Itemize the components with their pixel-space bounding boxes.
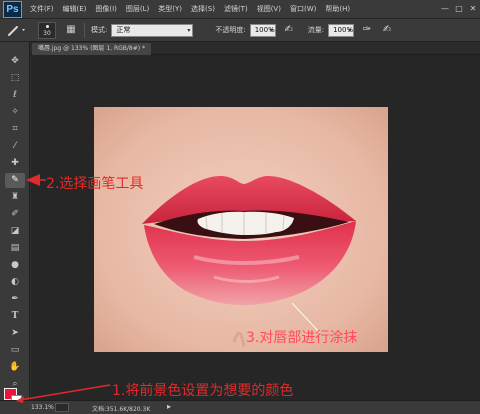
move-tool[interactable]: ✥: [5, 54, 25, 69]
annotation-step1: 1.将前景色设置为想要的颜色: [112, 383, 294, 399]
menu-file[interactable]: 文件(F): [30, 4, 54, 14]
eyedropper-tool[interactable]: ⁄: [5, 139, 25, 154]
status-bar: 133.1% 文档:351.6K/820.3K ▸: [0, 400, 480, 414]
brush-size-value: 30: [43, 29, 51, 37]
brush-preset-icon: [8, 26, 25, 36]
magic-wand-icon: ✧: [11, 107, 19, 117]
opacity-input[interactable]: 100% ▾: [249, 23, 276, 37]
marquee-tool[interactable]: ⬚: [5, 71, 25, 86]
lips-photo: [94, 107, 388, 352]
menu-filter[interactable]: 滤镜(T): [224, 4, 248, 14]
brush-icon: ✎: [11, 175, 19, 185]
close-button[interactable]: ✕: [468, 3, 478, 15]
mode-label: 模式:: [91, 26, 108, 34]
dodge-icon: ◐: [11, 277, 19, 287]
flow-label: 流量:: [307, 26, 325, 34]
history-brush-icon: ✐: [11, 209, 19, 219]
healing-brush-icon: ✚: [11, 158, 19, 168]
clone-stamp-icon: ♜: [10, 192, 20, 202]
type-tool[interactable]: T: [5, 309, 25, 324]
tool-preset-picker[interactable]: [4, 22, 30, 39]
minimize-button[interactable]: —: [440, 3, 450, 15]
menu-select[interactable]: 选择(S): [191, 4, 215, 14]
gradient-tool[interactable]: ▤: [5, 241, 25, 256]
marquee-icon: ⬚: [10, 73, 20, 83]
menu-bar: Ps 文件(F) 编辑(E) 图像(I) 图层(L) 类型(Y) 选择(S) 滤…: [0, 0, 480, 19]
flow-input[interactable]: 100% ▾: [328, 23, 355, 37]
clone-stamp-tool[interactable]: ♜: [5, 190, 25, 205]
gradient-icon: ▤: [10, 243, 20, 253]
chevron-down-icon: ▾: [187, 26, 191, 34]
brush-panel-toggle-icon[interactable]: ▦: [64, 23, 78, 37]
blur-tool[interactable]: ●: [5, 258, 25, 273]
blend-mode-value: 正常: [116, 25, 131, 34]
lasso-tool[interactable]: ℓ: [5, 88, 25, 103]
annotation-step3: 3.对唇部进行涂抹: [246, 330, 358, 346]
brush-size-picker[interactable]: 30: [38, 21, 56, 39]
document-size: 文档:351.6K/820.3K: [92, 406, 151, 413]
document-tab-bar: 嘴唇.jpg @ 133% (图层 1, RGB/8#) *: [30, 42, 480, 55]
tools-panel: ✥ ⬚ ℓ ✧ ⌗ ⁄ ✚ ✎ ♜ ✐ ◪ ▤ ● ◐ ✒ T ➤ ▭ ✋ ⌕: [0, 42, 30, 400]
menu-window[interactable]: 窗口(W): [290, 4, 316, 14]
brush-tool[interactable]: ✎: [5, 173, 25, 188]
photoshop-window: Ps 文件(F) 编辑(E) 图像(I) 图层(L) 类型(Y) 选择(S) 滤…: [0, 0, 480, 414]
chevron-down-icon: ▾: [348, 26, 352, 34]
blend-mode-select[interactable]: 正常 ▾: [111, 23, 194, 37]
airbrush-icon[interactable]: ✑: [360, 23, 374, 37]
menu-edit[interactable]: 编辑(E): [63, 4, 87, 14]
magic-wand-tool[interactable]: ✧: [5, 105, 25, 120]
canvas-area[interactable]: [31, 55, 480, 400]
opacity-label: 不透明度:: [215, 26, 246, 34]
blur-icon: ●: [11, 260, 19, 270]
menu-help[interactable]: 帮助(H): [325, 4, 350, 14]
chevron-down-icon: ▾: [269, 26, 273, 34]
crop-tool[interactable]: ⌗: [5, 122, 25, 137]
dodge-tool[interactable]: ◐: [5, 275, 25, 290]
menu-image[interactable]: 图像(I): [95, 4, 117, 14]
options-divider: [84, 22, 85, 38]
move-icon: ✥: [11, 56, 19, 66]
history-brush-tool[interactable]: ✐: [5, 207, 25, 222]
pressure-size-icon[interactable]: ✍: [380, 23, 394, 37]
lips-image: [94, 107, 388, 352]
lasso-icon: ℓ: [13, 90, 17, 100]
hand-icon: ✋: [9, 362, 21, 372]
app-logo: Ps: [3, 0, 22, 18]
eraser-tool[interactable]: ◪: [5, 224, 25, 239]
status-divider: [55, 403, 69, 412]
crop-icon: ⌗: [12, 124, 18, 134]
pen-icon: ✒: [11, 294, 19, 304]
eraser-icon: ◪: [10, 226, 20, 236]
type-icon: T: [11, 311, 19, 321]
pressure-opacity-icon[interactable]: ✍: [282, 23, 296, 37]
path-selection-tool[interactable]: ➤: [5, 326, 25, 341]
document-tab[interactable]: 嘴唇.jpg @ 133% (图层 1, RGB/8#) *: [32, 43, 151, 55]
menu-layer[interactable]: 图层(L): [126, 4, 149, 14]
zoom-readout[interactable]: 133.1%: [31, 404, 54, 411]
annotation-step2: 2.选择画笔工具: [46, 176, 144, 192]
pen-tool[interactable]: ✒: [5, 292, 25, 307]
status-menu-arrow-icon[interactable]: ▸: [167, 402, 171, 411]
options-bar: 30 ▦ 模式: 正常 ▾ 不透明度: 100% ▾ ✍ 流量: 100% ▾ …: [0, 19, 480, 42]
menu-view[interactable]: 视图(V): [257, 4, 281, 14]
menu-type[interactable]: 类型(Y): [158, 4, 182, 14]
eyedropper-icon: ⁄: [14, 141, 16, 151]
hand-tool[interactable]: ✋: [5, 360, 25, 375]
brush-tip-icon: [46, 24, 49, 28]
path-selection-icon: ➤: [11, 328, 19, 338]
shape-icon: ▭: [10, 345, 20, 355]
healing-brush-tool[interactable]: ✚: [5, 156, 25, 171]
shape-tool[interactable]: ▭: [5, 343, 25, 358]
maximize-button[interactable]: □: [454, 3, 464, 15]
window-controls: — □ ✕: [440, 3, 478, 15]
